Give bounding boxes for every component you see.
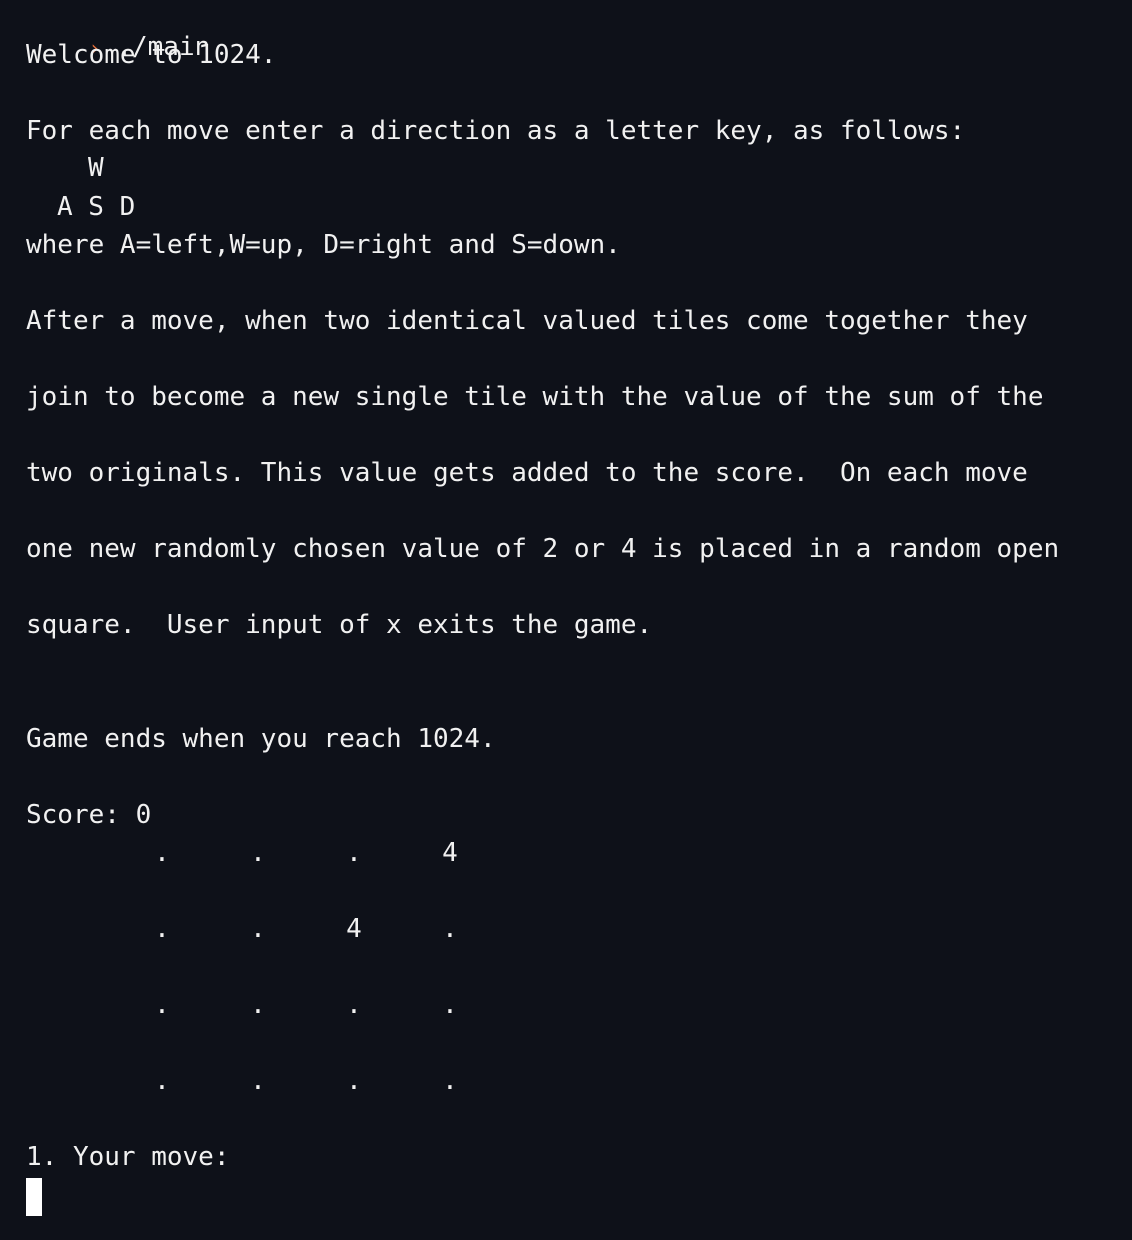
board-cell: . xyxy=(154,838,170,868)
board-cell: . xyxy=(442,1066,458,1096)
rules-line: After a move, when two identical valued … xyxy=(26,306,1028,336)
move-prompt: 1. Your move: xyxy=(26,1142,230,1172)
board-cell: . xyxy=(250,914,266,944)
key-legend: where A=left,W=up, D=right and S=down. xyxy=(26,230,621,260)
board-cell: . xyxy=(442,990,458,1020)
board-cell: . xyxy=(154,914,170,944)
board-cell: . xyxy=(250,838,266,868)
board-cell: 4 xyxy=(346,914,362,944)
board-cell: . xyxy=(346,1066,362,1096)
rules-line: join to become a new single tile with th… xyxy=(26,382,1044,412)
rules-line: two originals. This value gets added to … xyxy=(26,458,1028,488)
board-cell: . xyxy=(346,838,362,868)
board-cell: . xyxy=(154,990,170,1020)
keys-row-label: A S D xyxy=(57,192,136,222)
board-cell: . xyxy=(346,990,362,1020)
key-up-label: W xyxy=(88,153,104,183)
board-cell: . xyxy=(154,1066,170,1096)
board-cell: 4 xyxy=(442,838,458,868)
board-cell: . xyxy=(250,990,266,1020)
welcome-text: Welcome to 1024. xyxy=(26,40,277,70)
score-display: Score: 0 xyxy=(26,800,152,830)
input-cursor[interactable] xyxy=(26,1178,42,1216)
board-cell: . xyxy=(250,1066,266,1096)
instructions-intro: For each move enter a direction as a let… xyxy=(26,116,966,146)
terminal-window[interactable]: › ./main Welcome to 1024. For each move … xyxy=(0,0,1132,1240)
rules-line: one new randomly chosen value of 2 or 4 … xyxy=(26,534,1060,564)
game-end-text: Game ends when you reach 1024. xyxy=(26,724,496,754)
rules-line: square. User input of x exits the game. xyxy=(26,610,653,640)
board-cell: . xyxy=(442,914,458,944)
